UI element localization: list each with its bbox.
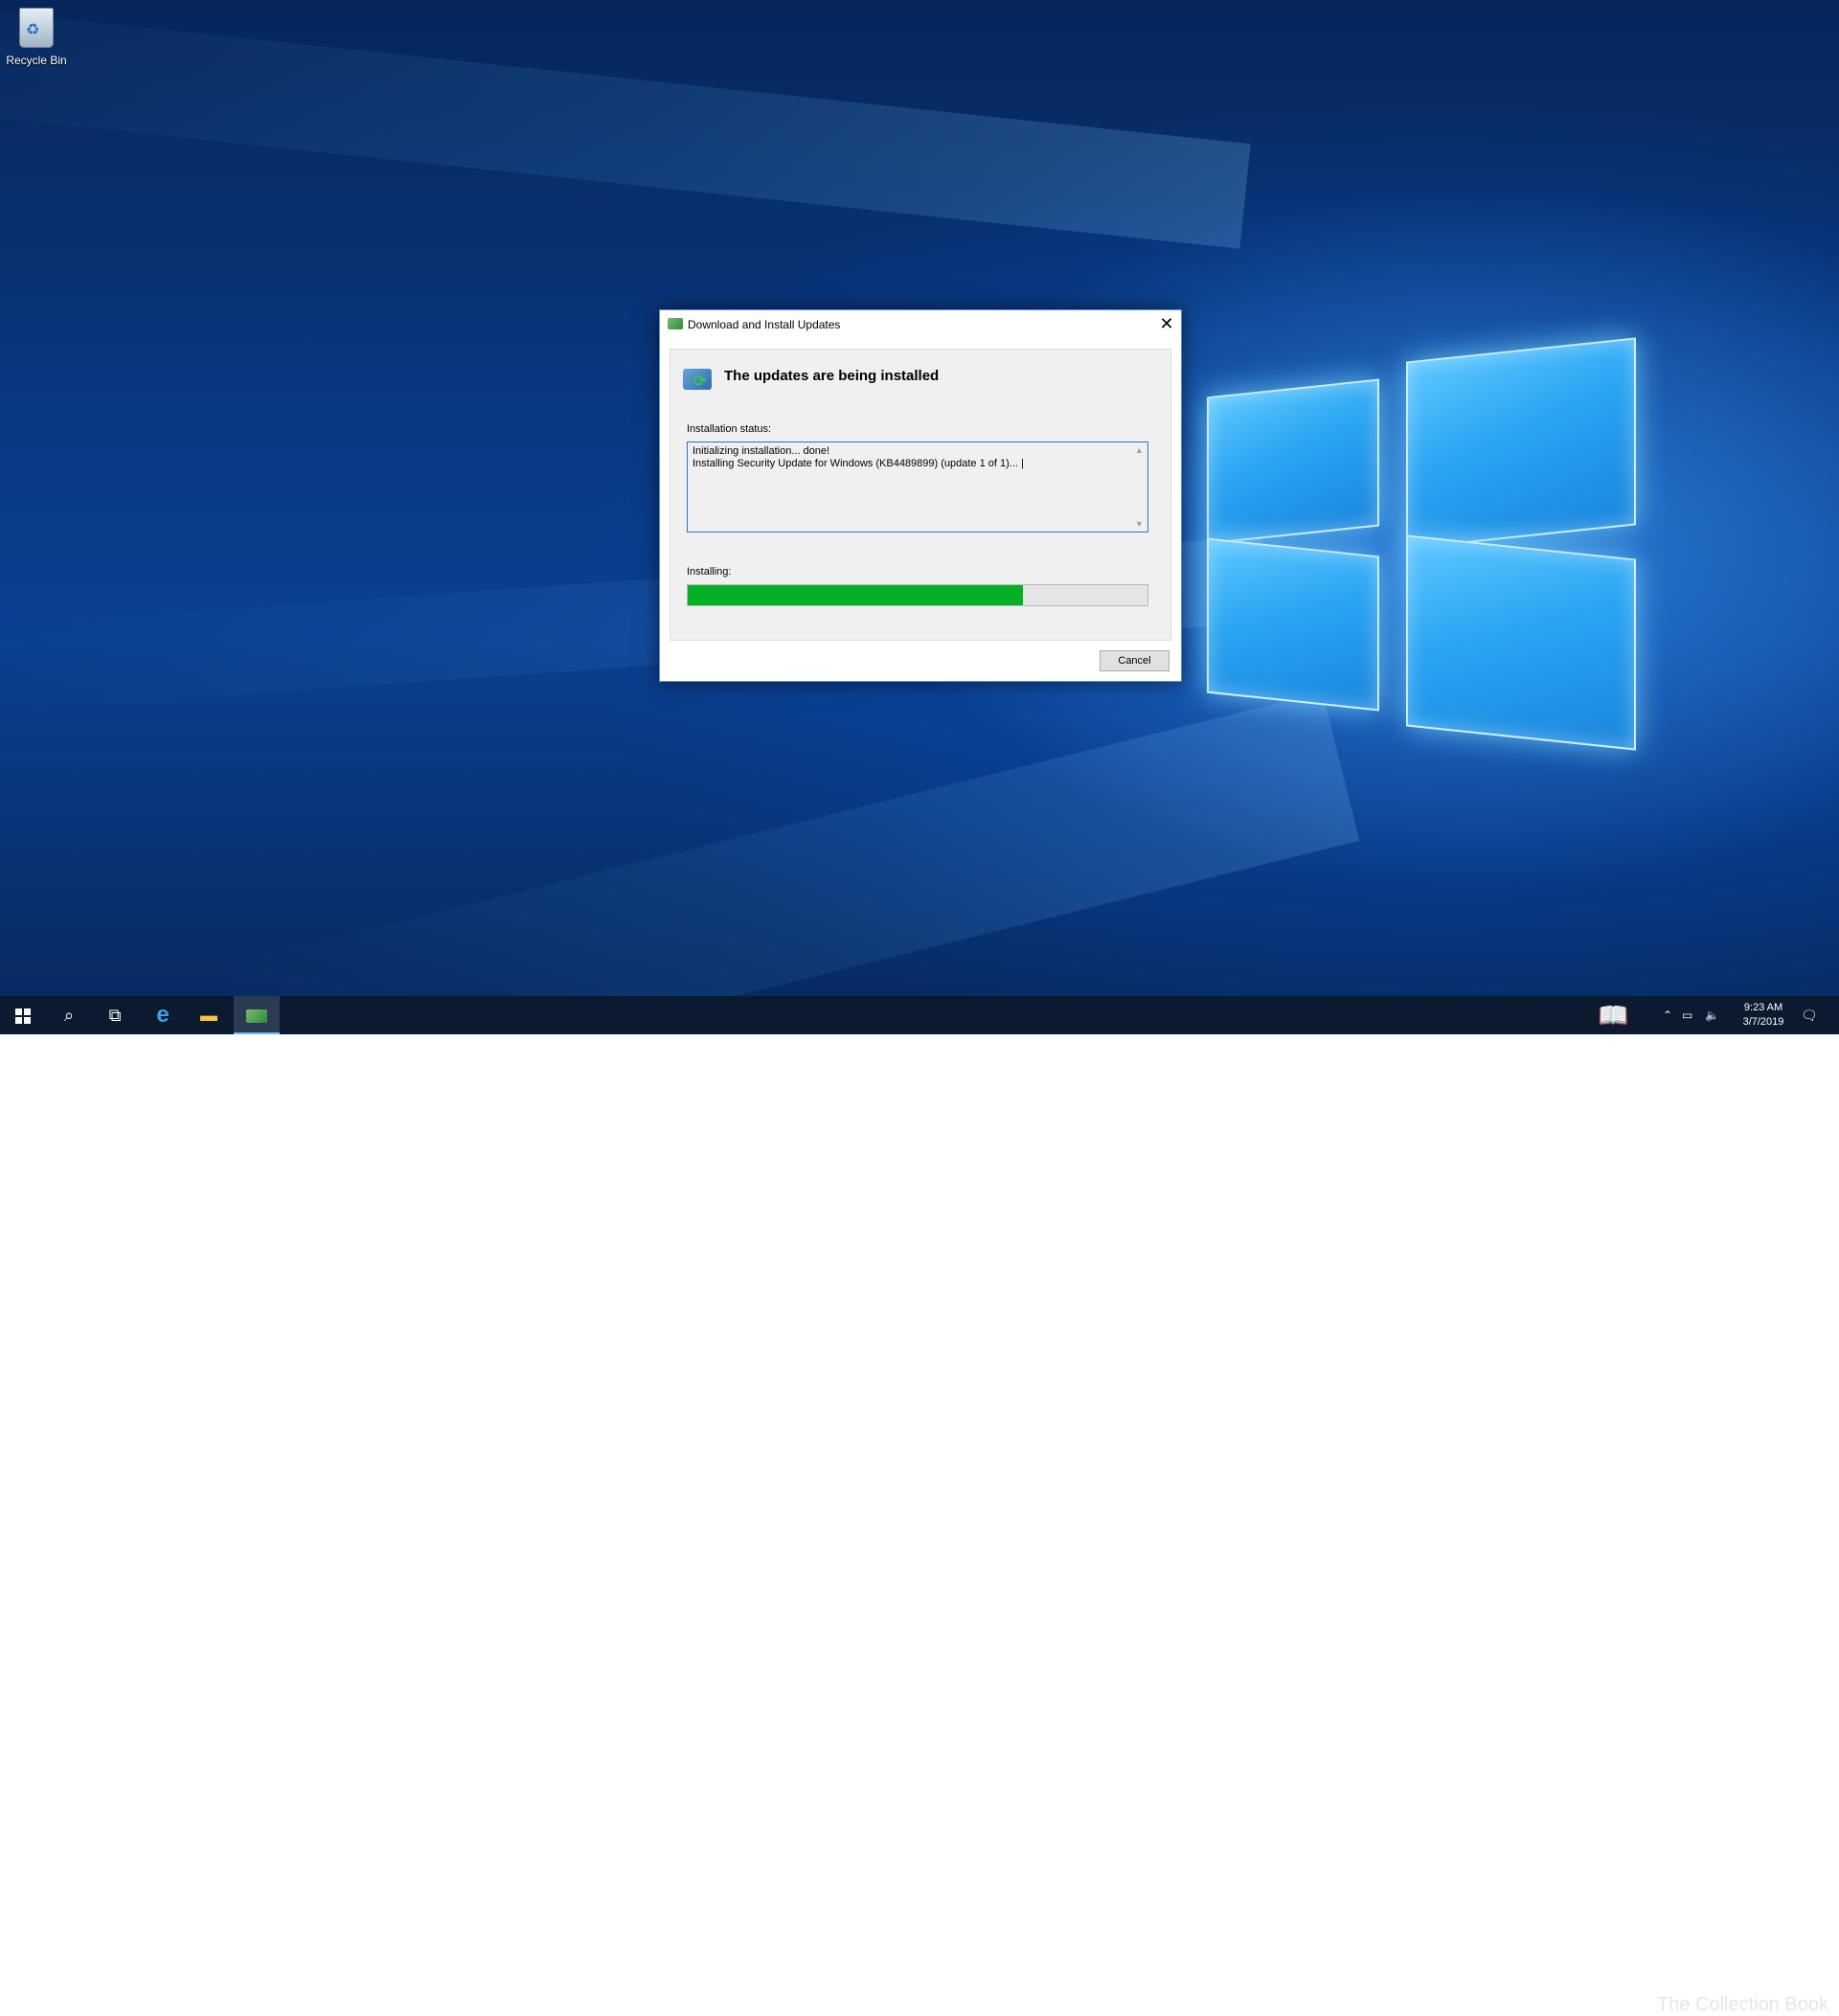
internet-explorer-button[interactable]: e xyxy=(140,996,186,1034)
update-install-icon xyxy=(683,369,712,391)
logo-pane xyxy=(1406,337,1636,550)
windows-logo xyxy=(1207,330,1638,752)
windows-update-taskbar-button[interactable] xyxy=(234,996,280,1034)
close-button[interactable]: ✕ xyxy=(1152,310,1181,339)
watermark-text: The Collection Book xyxy=(1657,1994,1828,2015)
action-center-button[interactable]: 🗨 xyxy=(1801,996,1818,1034)
desktop-icon-recycle-bin[interactable]: Recycle Bin xyxy=(4,8,69,67)
task-view-button[interactable]: ⧉ xyxy=(92,996,138,1034)
dialog-content-panel: The updates are being installed Installa… xyxy=(670,349,1171,641)
installation-status-log[interactable]: Initializing installation... done! Insta… xyxy=(687,442,1148,532)
clock-time: 9:23 AM xyxy=(1743,1002,1783,1013)
chevron-up-icon: ⌃ xyxy=(1663,1008,1673,1022)
show-hidden-icons-button[interactable]: ⌃ xyxy=(1663,996,1672,1034)
install-progress-bar xyxy=(687,584,1148,606)
light-beam xyxy=(207,691,1360,1034)
internet-explorer-icon: e xyxy=(156,1002,170,1028)
notification-icon: 🗨 xyxy=(1801,1008,1818,1023)
logo-pane xyxy=(1207,378,1379,545)
start-icon xyxy=(15,1008,31,1024)
installation-status-label: Installation status: xyxy=(687,423,772,435)
network-icon: ▭ xyxy=(1682,1008,1693,1022)
start-button[interactable] xyxy=(0,996,46,1034)
status-log-line: Installing Security Update for Windows (… xyxy=(692,458,1024,469)
file-explorer-icon: ▬ xyxy=(200,1006,217,1025)
dialog-heading: The updates are being installed xyxy=(724,368,940,384)
light-beam xyxy=(0,0,1251,249)
file-explorer-button[interactable]: ▬ xyxy=(186,996,232,1034)
status-log-scrollbar[interactable]: ▲ ▼ xyxy=(1132,443,1147,531)
clock-date: 3/7/2019 xyxy=(1742,1016,1784,1028)
update-dialog: Download and Install Updates ✕ The updat… xyxy=(659,309,1182,682)
volume-muted-icon: 🔈 xyxy=(1705,1008,1719,1022)
status-log-line: Initializing installation... done! xyxy=(692,445,830,457)
installing-label: Installing: xyxy=(687,566,732,578)
task-view-icon: ⧉ xyxy=(108,1006,122,1025)
search-icon: ⌕ xyxy=(63,1006,75,1025)
desktop-icon-label: Recycle Bin xyxy=(6,54,67,67)
tray-clock[interactable]: 9:23 AM 3/7/2019 xyxy=(1735,1001,1792,1030)
desktop: Recycle Bin Download and Install Updates… xyxy=(0,0,1839,1034)
windows-update-icon xyxy=(668,318,683,329)
windows-update-icon xyxy=(246,1009,267,1024)
dialog-title: Download and Install Updates xyxy=(688,318,841,331)
cancel-button[interactable]: Cancel xyxy=(1100,650,1169,671)
taskbar: ⌕ ⧉ e ▬ 📖 The Collection Book ⌃ ▭ 🔈 9:23… xyxy=(0,996,1839,2015)
dialog-titlebar[interactable]: Download and Install Updates ✕ xyxy=(660,310,1181,339)
volume-tray-button[interactable]: 🔈 xyxy=(1705,996,1719,1034)
recycle-bin-icon xyxy=(19,8,54,48)
scroll-up-icon[interactable]: ▲ xyxy=(1135,445,1144,455)
install-progress-fill xyxy=(688,585,1024,605)
network-tray-button[interactable]: ▭ xyxy=(1682,996,1692,1034)
logo-pane xyxy=(1406,534,1636,751)
search-button[interactable]: ⌕ xyxy=(46,996,92,1034)
scroll-down-icon[interactable]: ▼ xyxy=(1135,519,1144,529)
watermark-book-icon: 📖 xyxy=(1598,1001,1629,1030)
logo-pane xyxy=(1207,537,1379,712)
